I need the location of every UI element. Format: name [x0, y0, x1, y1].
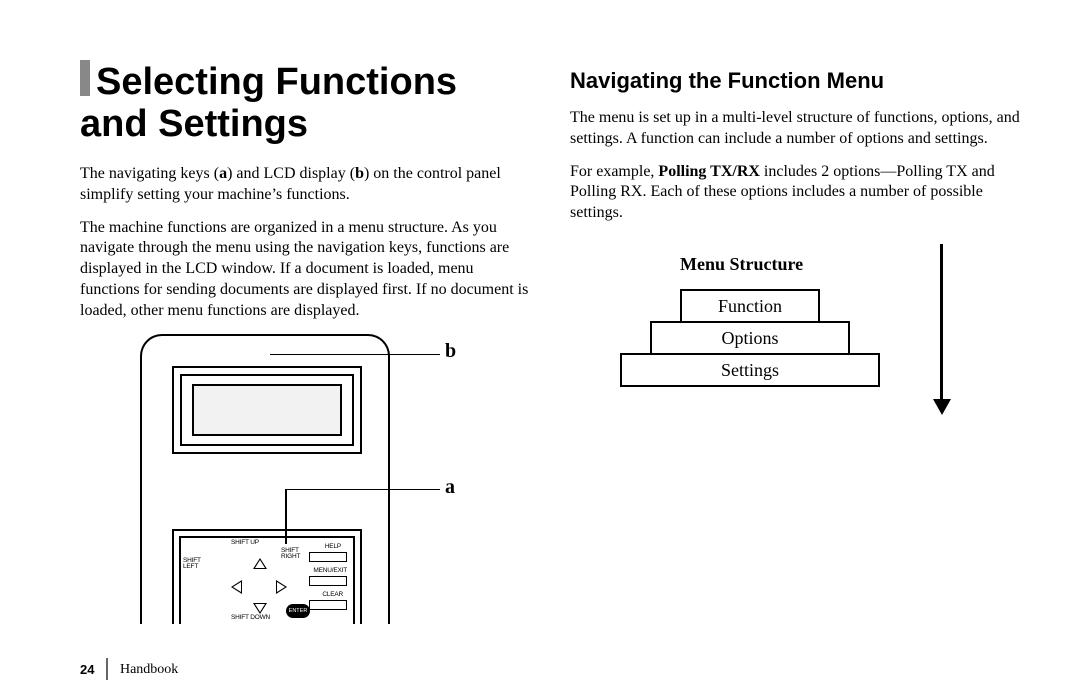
clear-button	[309, 600, 347, 610]
title-bar-icon	[80, 60, 90, 96]
callout-line-b	[270, 354, 440, 356]
page-number: 24	[80, 662, 94, 677]
label-clear: CLEAR	[322, 592, 343, 599]
lcd-frame	[180, 374, 354, 446]
callout-line-a	[285, 489, 440, 491]
label-a: a	[219, 165, 227, 182]
help-button	[309, 552, 347, 562]
lcd-display	[172, 366, 362, 454]
intro-paragraph-1: The navigating keys (a) and LCD display …	[80, 164, 530, 206]
footer-divider	[106, 658, 108, 680]
callout-a: a	[445, 476, 455, 499]
subheading: Navigating the Function Menu	[570, 68, 1020, 94]
box-function: Function	[680, 289, 820, 323]
callout-line-a-vert	[285, 489, 287, 544]
box-options: Options	[650, 321, 850, 355]
document-page: Selecting Functions and Settings The nav…	[0, 0, 1080, 698]
label-help: HELP	[325, 544, 341, 551]
arrow-down-icon	[253, 603, 267, 614]
label-b: b	[355, 165, 364, 182]
text: For example,	[570, 163, 658, 180]
page-footer: 24 Handbook	[80, 658, 178, 680]
right-paragraph-1: The menu is set up in a multi-level stru…	[570, 108, 1020, 150]
right-paragraph-2: For example, Polling TX/RX includes 2 op…	[570, 162, 1020, 224]
two-column-layout: Selecting Functions and Settings The nav…	[80, 60, 1020, 624]
device-figure: SHIFT UP SHIFT DOWN SHIFT LEFT SHIFT RIG…	[80, 334, 530, 624]
control-panel-outline: SHIFT UP SHIFT DOWN SHIFT LEFT SHIFT RIG…	[140, 334, 390, 624]
lcd-screen	[192, 384, 342, 436]
arrow-left-icon	[231, 580, 242, 594]
section-title: Selecting Functions and Settings	[80, 60, 530, 146]
enter-button: ENTER	[286, 604, 310, 618]
menu-structure-figure: Menu Structure Settings Options Function	[570, 254, 1020, 474]
section-title-text: Selecting Functions and Settings	[80, 61, 457, 146]
arrow-right-icon	[276, 580, 287, 594]
label-menu-exit: MENU/EXIT	[313, 568, 347, 575]
label-shift-up: SHIFT UP	[231, 540, 259, 547]
right-column: Navigating the Function Menu The menu is…	[570, 60, 1020, 624]
menu-exit-button	[309, 576, 347, 586]
label-shift-down: SHIFT DOWN	[231, 615, 270, 622]
intro-paragraph-2: The machine functions are organized in a…	[80, 218, 530, 322]
down-arrow-icon	[940, 244, 951, 415]
arrow-up-icon	[253, 558, 267, 569]
book-title: Handbook	[120, 662, 178, 678]
keypad-inner: SHIFT UP SHIFT DOWN SHIFT LEFT SHIFT RIG…	[179, 536, 355, 624]
menu-structure-title: Menu Structure	[680, 254, 803, 275]
direction-pad: ENTER	[229, 556, 289, 616]
text: The navigating keys (	[80, 165, 219, 182]
navigation-keypad: SHIFT UP SHIFT DOWN SHIFT LEFT SHIFT RIG…	[172, 529, 362, 624]
box-settings: Settings	[620, 353, 880, 387]
bold-term: Polling TX/RX	[658, 163, 760, 180]
callout-b: b	[445, 340, 456, 363]
text: ) and LCD display (	[227, 165, 355, 182]
label-shift-left: SHIFT LEFT	[183, 558, 209, 571]
left-column: Selecting Functions and Settings The nav…	[80, 60, 530, 624]
